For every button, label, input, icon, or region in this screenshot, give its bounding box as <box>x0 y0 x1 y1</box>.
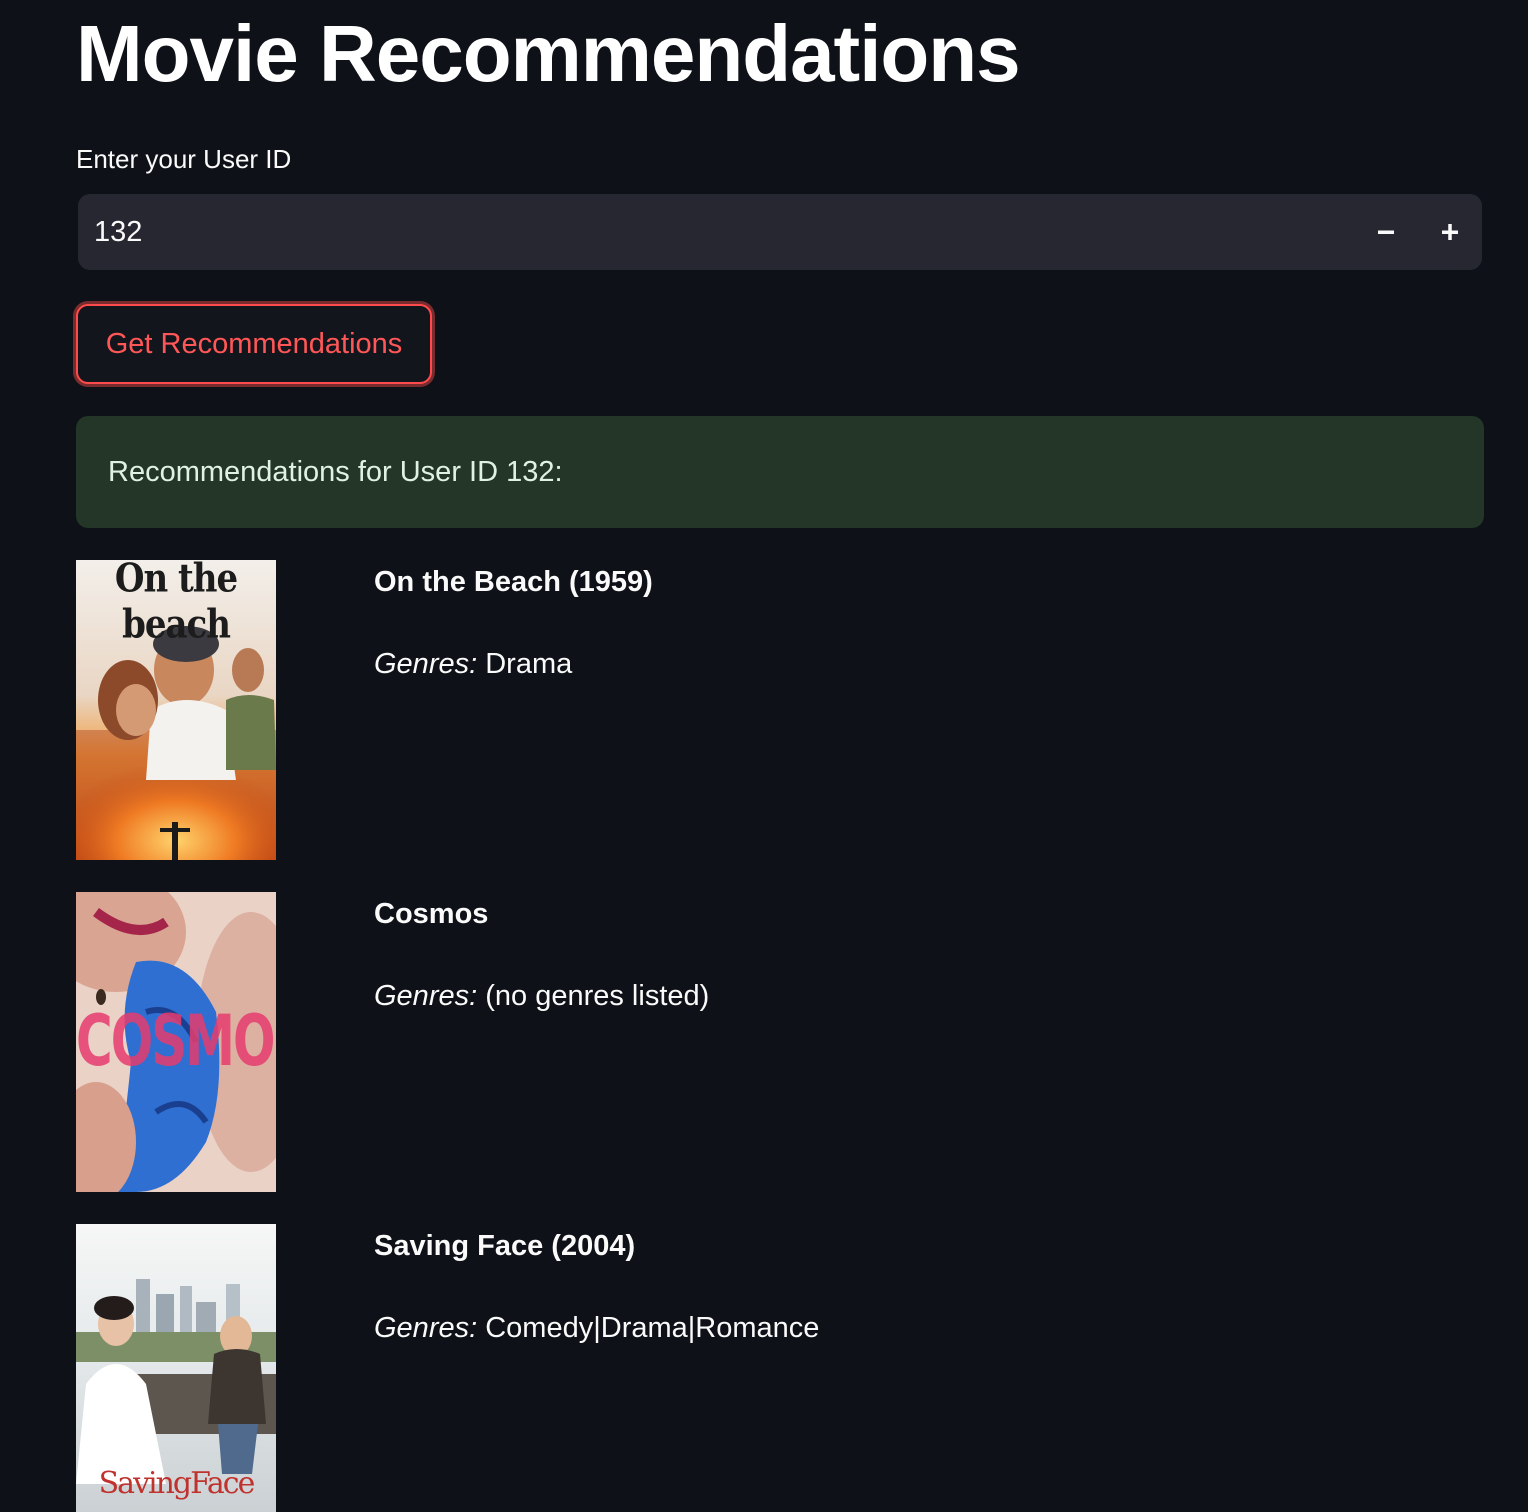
movie-genres: Genres: (no genres listed) <box>374 980 709 1013</box>
get-recommendations-button[interactable]: Get Recommendations <box>76 304 432 384</box>
increment-button[interactable] <box>1418 194 1482 270</box>
plus-icon <box>1442 224 1458 240</box>
movie-title: Saving Face (2004) <box>374 1230 636 1262</box>
poster-title: On the beach <box>114 560 238 648</box>
genres-label: Genres: <box>374 648 478 680</box>
decrement-button[interactable] <box>1354 194 1418 270</box>
movie-title: On the Beach (1959) <box>374 566 653 598</box>
movie-genres: Genres: Comedy|Drama|Romance <box>374 1312 819 1345</box>
success-alert: Recommendations for User ID 132: <box>76 416 1484 528</box>
poster-title: COSMOS <box>76 1000 276 1082</box>
user-id-label: Enter your User ID <box>76 144 292 174</box>
genres-label: Genres: <box>374 980 478 1012</box>
movie-item: SavingFace Saving Face (2004) Genres: Co… <box>76 1224 1496 1512</box>
movie-item: COSMOS Cosmos Genres: (no genres listed) <box>76 892 1496 1192</box>
user-id-number-input: 132 <box>78 194 1482 270</box>
minus-icon <box>1378 230 1394 234</box>
movie-poster: On the beach <box>76 560 276 860</box>
movie-poster: SavingFace <box>76 1224 276 1512</box>
movie-genres: Genres: Drama <box>374 648 572 681</box>
genres-value: (no genres listed) <box>485 980 710 1012</box>
success-message: Recommendations for User ID 132: <box>108 455 563 488</box>
genres-label: Genres: <box>374 1312 478 1344</box>
movie-poster: COSMOS <box>76 892 276 1192</box>
user-id-field[interactable]: 132 <box>78 216 1354 249</box>
genres-value: Drama <box>485 648 573 680</box>
poster-title: SavingFace <box>98 1466 256 1501</box>
page-title: Movie Recommendations <box>76 9 1021 98</box>
movie-title: Cosmos <box>374 898 489 930</box>
app-page: Movie Recommendations Enter your User ID… <box>0 0 1528 1512</box>
genres-value: Comedy|Drama|Romance <box>485 1312 820 1344</box>
movie-item: On the beach On the Beach (1959) Genres:… <box>76 560 1496 860</box>
